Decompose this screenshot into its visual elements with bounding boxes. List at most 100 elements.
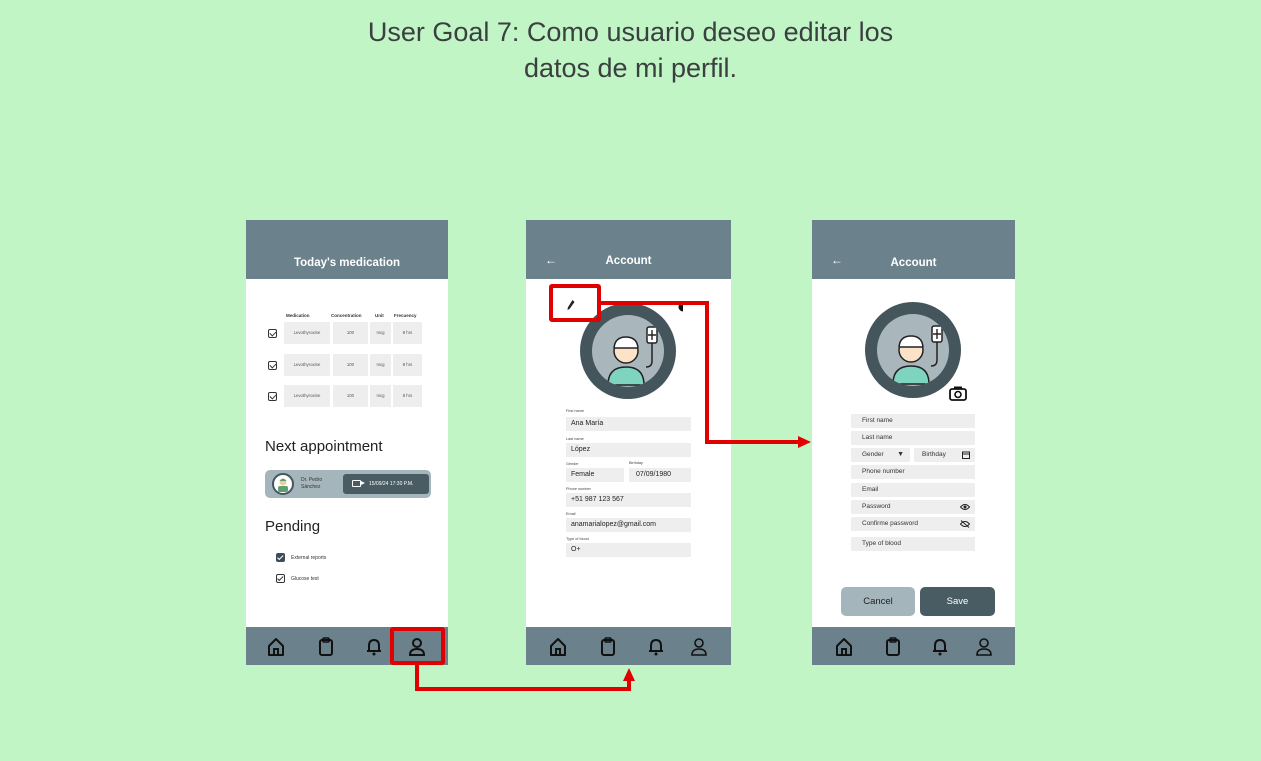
birthday-input[interactable]: Birthday (914, 448, 975, 462)
cell-concentration: 100 (333, 385, 368, 407)
pending-label: Glucose test (291, 576, 319, 582)
home-icon[interactable] (266, 636, 286, 658)
goal-title-line-2: datos de mi perfil. (523, 53, 738, 83)
bell-icon[interactable] (646, 636, 666, 658)
col-header-unit: Unit (375, 313, 384, 318)
email-label: Email (566, 512, 576, 516)
header: ← Account (526, 220, 731, 279)
first-name-input[interactable]: First name (851, 414, 975, 428)
user-icon[interactable] (689, 636, 709, 658)
calendar-icon[interactable] (962, 451, 970, 459)
email-field: anamarialopez@gmail.com (566, 518, 691, 532)
patient-icon (592, 315, 664, 387)
doctor-icon (278, 478, 288, 492)
cell-unit: mcg (370, 322, 391, 344)
cell-medication: Levothyroxine (284, 322, 330, 344)
doctor-avatar (272, 473, 294, 495)
blood-field: O+ (566, 543, 691, 557)
clipboard-icon[interactable] (598, 636, 618, 658)
header-title: Account (890, 257, 937, 269)
cell-frequency: 8 hrs (393, 354, 422, 376)
checkbox-icon[interactable] (268, 392, 277, 401)
cell-unit: mcg (370, 354, 391, 376)
col-header-medication: Medication (286, 313, 310, 318)
birthday-label: Birthday (629, 461, 643, 465)
checkbox-icon[interactable] (276, 574, 285, 583)
birthday-field: 07/09/1980 (629, 468, 691, 482)
goal-title: User Goal 7: Como usuario deseo editar l… (0, 14, 1261, 86)
cell-unit: mcg (370, 385, 391, 407)
clipboard-icon[interactable] (316, 636, 336, 658)
cancel-button[interactable]: Cancel (841, 587, 915, 616)
header-title: Account (605, 255, 652, 267)
last-name-input[interactable]: Last name (851, 431, 975, 445)
bottom-nav (526, 627, 731, 665)
dropdown-triangle-icon: ▼ (897, 451, 904, 458)
col-header-frequency: Frecuency (394, 313, 417, 318)
eye-off-icon[interactable] (960, 520, 970, 528)
user-icon[interactable] (974, 636, 994, 658)
edit-button-highlight (549, 284, 601, 322)
appointment-datetime: 15/09/24 17:30 P.M. (369, 481, 414, 487)
appointment-card[interactable]: Dr. Pedro Sánchez 15/09/24 17:30 P.M. (265, 470, 431, 498)
flow-arrow-profile-to-account (415, 665, 631, 691)
header: ← Account (812, 220, 1015, 279)
blood-input[interactable]: Type of blood (851, 537, 975, 551)
first-name-field: Ana María (566, 417, 691, 431)
next-appointment-title: Next appointment (265, 438, 383, 455)
confirm-password-input-label: Confirme password (862, 520, 918, 527)
goal-title-line-1: User Goal 7: Como usuario deseo editar l… (367, 17, 894, 47)
password-input-label: Password (862, 503, 891, 510)
gender-select-label: Gender (862, 451, 884, 458)
cell-frequency: 8 hrs (393, 322, 422, 344)
medication-row: Levothyroxine 100 mcg 8 hrs (268, 385, 448, 407)
patient-icon (877, 314, 949, 386)
header: Today's medication (246, 220, 448, 279)
medication-row: Levothyroxine 100 mcg 8 hrs (268, 354, 448, 376)
arrowhead (798, 436, 811, 448)
email-input[interactable]: Email (851, 483, 975, 497)
checkbox-checked-icon[interactable] (276, 553, 285, 562)
medication-row: Levothyroxine 100 mcg 8 hrs (268, 322, 448, 344)
cell-frequency: 8 hrs (393, 385, 422, 407)
profile-tab-highlight (390, 627, 445, 665)
phone-label: Phone number (566, 487, 591, 491)
last-name-field: López (566, 443, 691, 457)
bottom-nav (812, 627, 1015, 665)
header-title: Today's medication (293, 257, 401, 269)
doctor-name: Dr. Pedro Sánchez (301, 477, 323, 490)
birthday-input-label: Birthday (922, 451, 946, 458)
clipboard-icon[interactable] (883, 636, 903, 658)
video-call-button[interactable]: 15/09/24 17:30 P.M. (343, 474, 429, 494)
camera-icon[interactable] (949, 385, 967, 401)
video-camera-icon (352, 480, 365, 487)
cell-concentration: 100 (333, 322, 368, 344)
home-icon[interactable] (834, 636, 854, 658)
checkbox-icon[interactable] (268, 329, 277, 338)
cell-medication: Levothyroxine (284, 385, 330, 407)
pending-label: External reports (291, 555, 327, 561)
phone-input[interactable]: Phone number (851, 465, 975, 479)
eye-icon[interactable] (960, 503, 970, 511)
cell-concentration: 100 (333, 354, 368, 376)
screen-account-edit: ← Account First name Last name Gender ▼ … (812, 220, 1015, 665)
toggle-icon[interactable] (678, 301, 688, 313)
first-name-label: First name (566, 409, 584, 413)
phone-field: +51 987 123 567 (566, 493, 691, 507)
col-header-concentration: Concentration (331, 313, 362, 318)
gender-field: Female (566, 468, 624, 482)
gender-select[interactable]: Gender ▼ (851, 448, 910, 462)
password-input[interactable]: Password (851, 500, 975, 514)
home-icon[interactable] (548, 636, 568, 658)
bell-icon[interactable] (930, 636, 950, 658)
arrowhead (623, 668, 635, 681)
confirm-password-input[interactable]: Confirme password (851, 517, 975, 531)
cell-medication: Levothyroxine (284, 354, 330, 376)
gender-label: Gender (566, 462, 579, 466)
save-button[interactable]: Save (920, 587, 995, 616)
profile-avatar (865, 302, 961, 398)
blood-label: Type of blood (566, 537, 589, 541)
screen-today-medication: Today's medication Medication Concentrat… (246, 220, 448, 665)
checkbox-icon[interactable] (268, 361, 277, 370)
bell-icon[interactable] (364, 636, 384, 658)
